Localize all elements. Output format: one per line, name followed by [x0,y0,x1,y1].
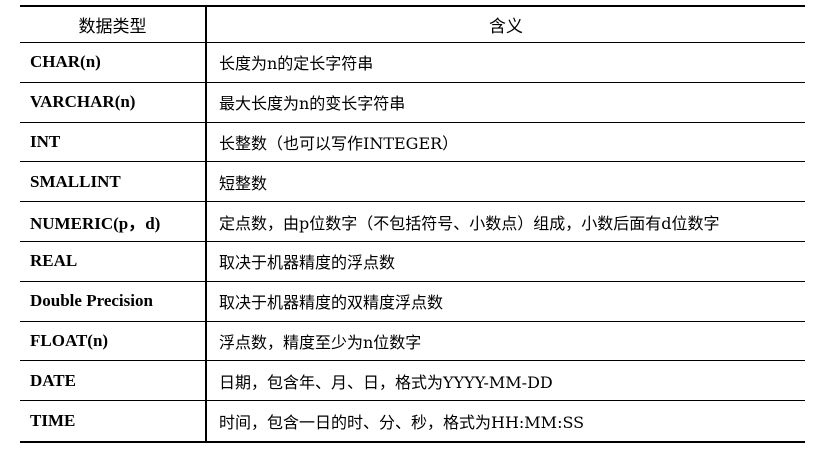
type-cell: Double Precision [20,281,207,321]
meaning-cell: 浮点数，精度至少为n位数字 [219,332,422,352]
meaning-cell: 定点数，由p位数字（不包括符号、小数点）组成，小数后面有d位数字 [219,213,720,233]
meaning-cell: 长整数（也可以写作INTEGER） [219,133,459,153]
type-cell: VARCHAR(n) [20,82,207,122]
table-row: VARCHAR(n) 最大长度为n的变长字符串 [20,82,805,123]
table-row: TIME 时间，包含一日的时、分、秒，格式为HH:MM:SS [20,401,805,441]
meaning-cell: 取决于机器精度的浮点数 [219,253,396,273]
table-row: FLOAT(n) 浮点数，精度至少为n位数字 [20,321,805,362]
table-row: NUMERIC(p，d) 定点数，由p位数字（不包括符号、小数点）组成，小数后面… [20,202,805,242]
table-header-row: 数据类型 含义 [20,7,805,43]
header-type: 数据类型 [20,7,207,42]
type-cell: NUMERIC(p，d) [20,202,207,241]
type-cell: CHAR(n) [20,43,207,82]
table-row: SMALLINT 短整数 [20,162,805,203]
meaning-cell: 短整数 [219,173,268,193]
meaning-cell: 长度为n的定长字符串 [219,54,374,74]
type-cell: INT [20,122,207,162]
type-cell: TIME [20,401,207,441]
data-types-table: 数据类型 含义 CHAR(n) 长度为n的定长字符串 VARCHAR(n) 最大… [20,5,805,443]
header-meaning: 含义 [489,17,523,37]
table-row: DATE 日期，包含年、月、日，格式为YYYY-MM-DD [20,361,805,402]
table-row: CHAR(n) 长度为n的定长字符串 [20,43,805,83]
table-row: INT 长整数（也可以写作INTEGER） [20,122,805,163]
type-cell: DATE [20,361,207,401]
meaning-cell: 最大长度为n的变长字符串 [219,94,406,114]
meaning-cell: 日期，包含年、月、日，格式为YYYY-MM-DD [219,372,553,392]
table-row: REAL 取决于机器精度的浮点数 [20,241,805,282]
type-cell: REAL [20,241,207,281]
table-row: Double Precision 取决于机器精度的双精度浮点数 [20,281,805,322]
type-cell: SMALLINT [20,162,207,202]
type-cell: FLOAT(n) [20,321,207,361]
meaning-cell: 时间，包含一日的时、分、秒，格式为HH:MM:SS [219,413,585,433]
meaning-cell: 取决于机器精度的双精度浮点数 [219,293,444,313]
